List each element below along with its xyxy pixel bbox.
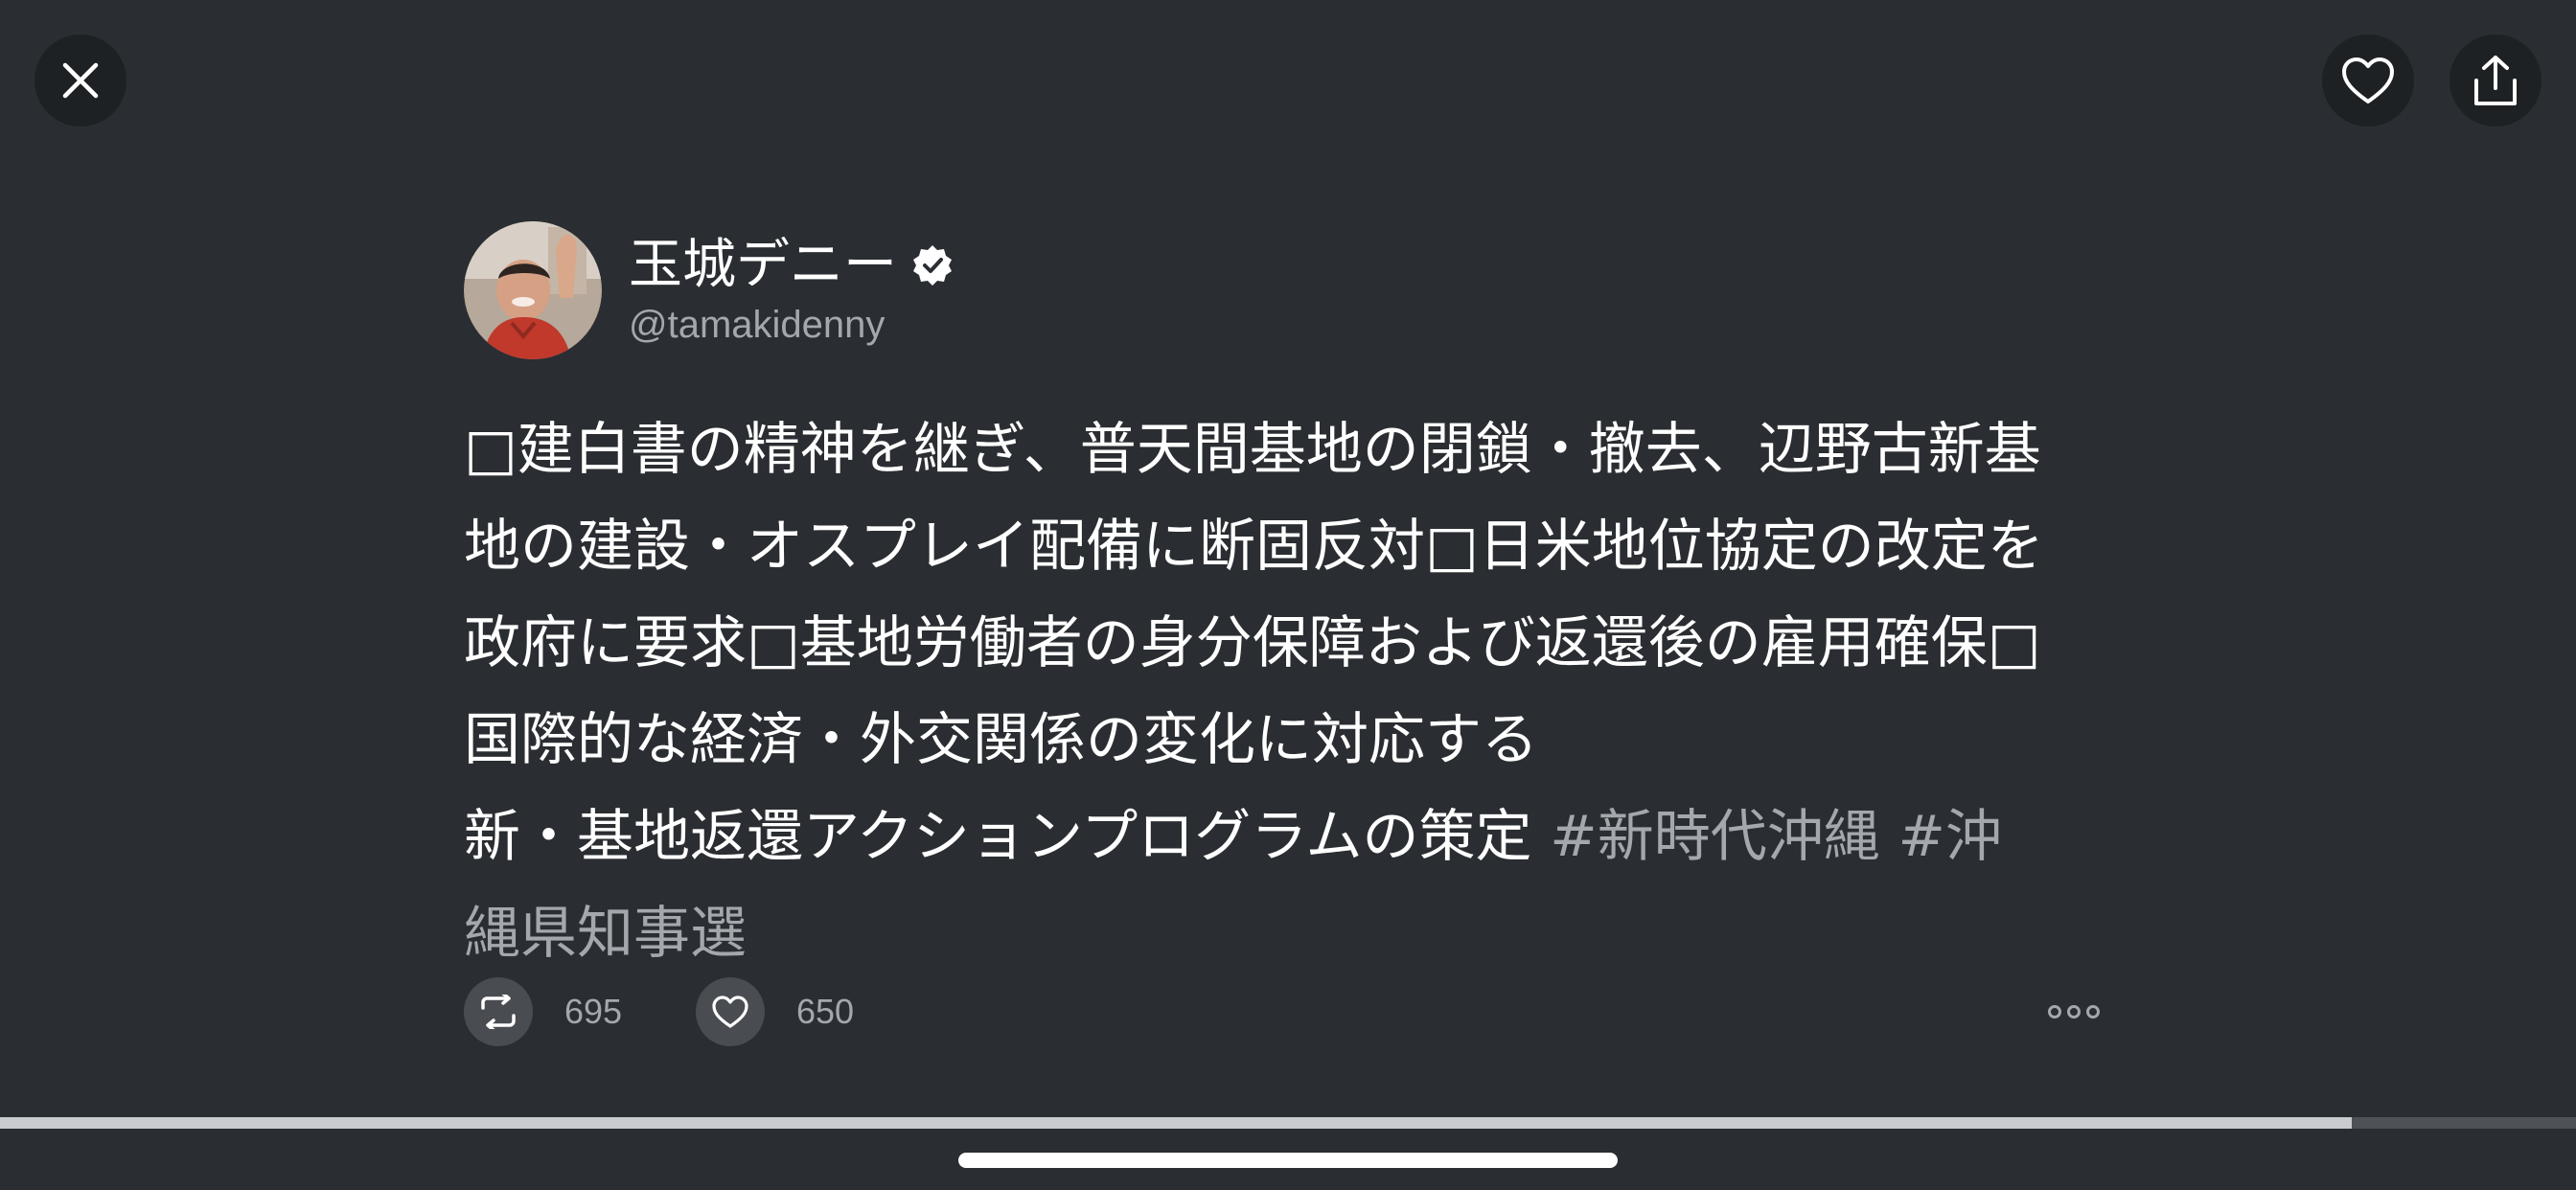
tweet-header: 玉城デニー @tamakidenny	[464, 220, 2112, 360]
more-options-button[interactable]	[2045, 995, 2103, 1029]
verified-badge-icon	[910, 243, 954, 287]
like-count: 650	[796, 992, 855, 1031]
favorite-button[interactable]	[2322, 34, 2414, 126]
avatar[interactable]	[464, 221, 602, 359]
home-indicator[interactable]	[958, 1153, 1618, 1168]
hashtag-link[interactable]: #新時代沖縄	[1550, 803, 1879, 869]
close-button[interactable]	[34, 34, 126, 126]
share-button[interactable]	[2450, 34, 2542, 126]
heart-icon	[2340, 56, 2396, 105]
playback-progress-fill	[0, 1117, 2353, 1129]
tweet-text: □建白書の精神を継ぎ、普天間基地の閉鎖・撤去、辺野古新基地の建設・オスプレイ配備…	[464, 400, 2055, 981]
author-names: 玉城デニー @tamakidenny	[629, 232, 954, 349]
close-icon	[59, 59, 102, 102]
retweet-count: 695	[564, 992, 623, 1031]
user-handle[interactable]: @tamakidenny	[629, 301, 954, 349]
more-options-icon	[2047, 1004, 2101, 1019]
retweet-button[interactable]	[464, 977, 533, 1046]
tweet-card: 玉城デニー @tamakidenny □建白書の精神を継ぎ、普天間基地の閉鎖・撤…	[464, 220, 2112, 981]
display-name[interactable]: 玉城デニー	[629, 232, 897, 299]
name-row: 玉城デニー	[629, 232, 954, 299]
tweet-body: □建白書の精神を継ぎ、普天間基地の閉鎖・撤去、辺野古新基地の建設・オスプレイ配備…	[464, 416, 2044, 869]
playback-progress-bar[interactable]	[0, 1117, 2576, 1129]
retweet-icon	[477, 995, 519, 1029]
share-icon	[2471, 54, 2520, 107]
like-button[interactable]	[696, 977, 765, 1046]
heart-icon	[711, 995, 749, 1029]
tweet-actions: 695 650	[464, 977, 2103, 1046]
